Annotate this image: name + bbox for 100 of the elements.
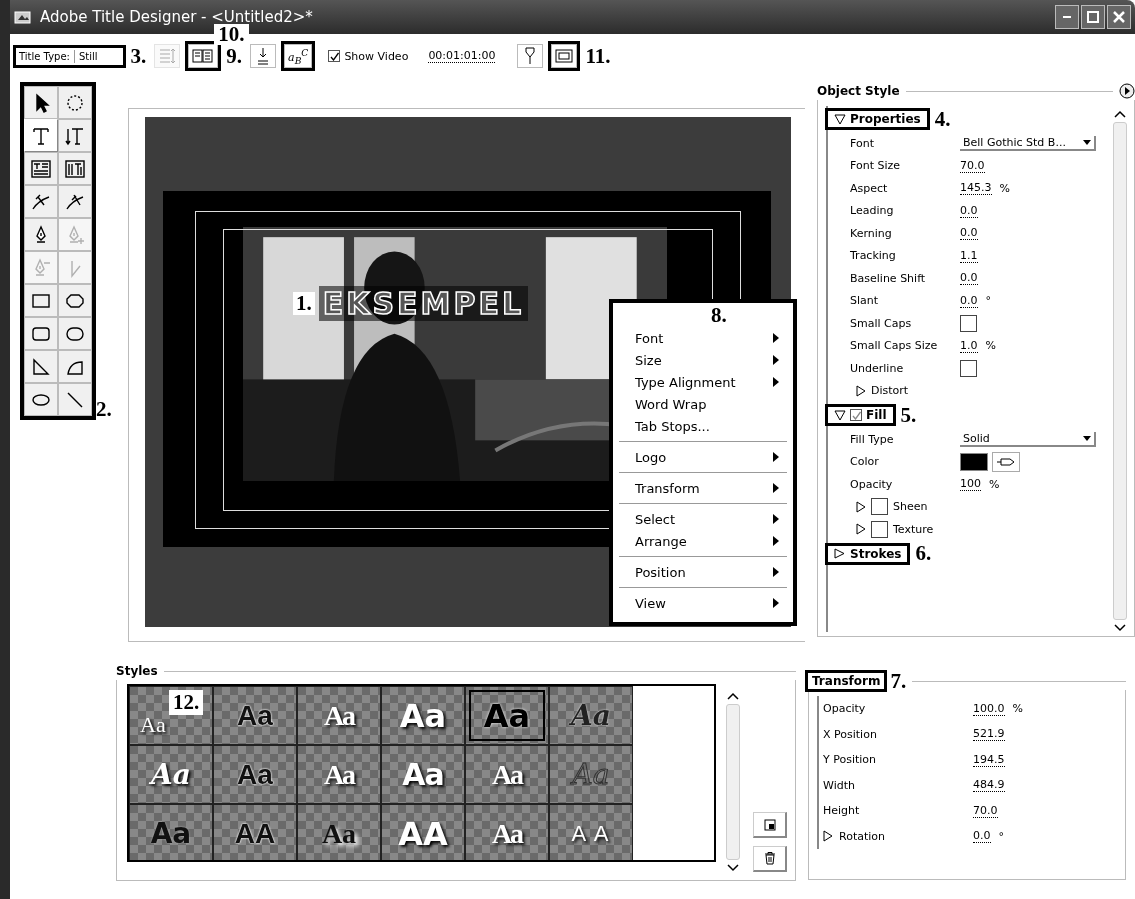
- title-type-field[interactable]: Title Type: Still: [16, 47, 123, 65]
- dropdown[interactable]: Solid: [960, 431, 1096, 447]
- expand-arrow-icon[interactable]: [823, 830, 833, 843]
- clipped-rectangle-tool[interactable]: [58, 284, 92, 317]
- style-swatch[interactable]: AA: [213, 804, 297, 860]
- style-swatch[interactable]: A A: [549, 804, 633, 860]
- delete-button[interactable]: [753, 846, 787, 872]
- scroll-down-icon[interactable]: [726, 864, 739, 872]
- number-field[interactable]: 0.0: [973, 829, 991, 844]
- menu-item[interactable]: Transform: [619, 477, 787, 499]
- panel-title: Transform: [808, 673, 885, 689]
- style-swatch[interactable]: Aa: [465, 686, 549, 745]
- number-field[interactable]: 0.0: [960, 226, 978, 241]
- style-swatch[interactable]: Aa: [381, 686, 465, 745]
- submenu-arrow-icon: [773, 333, 779, 343]
- menu-item[interactable]: Logo: [619, 446, 787, 468]
- menu-item[interactable]: Word Wrap: [619, 393, 787, 415]
- path-type-tool[interactable]: [24, 185, 58, 218]
- scroll-down-icon[interactable]: [1113, 624, 1126, 632]
- type-tool[interactable]: [24, 119, 58, 152]
- style-swatch[interactable]: Aa: [129, 804, 213, 860]
- dropdown[interactable]: Bell Gothic Std B...: [960, 135, 1096, 151]
- templates-button[interactable]: [188, 44, 219, 68]
- window-title: Adobe Title Designer - <Untitled2>*: [40, 8, 313, 26]
- area-type-tool[interactable]: [24, 152, 58, 185]
- expand-arrow-icon[interactable]: [856, 384, 866, 397]
- checkbox[interactable]: [960, 359, 977, 377]
- line-tool[interactable]: [58, 383, 92, 416]
- ellipse-tool[interactable]: [24, 383, 58, 416]
- number-field[interactable]: 1.1: [960, 248, 978, 263]
- rotate-tool[interactable]: [58, 86, 92, 119]
- safe-margins-button[interactable]: [551, 44, 578, 68]
- timecode-field[interactable]: 00:01:01:00: [428, 49, 496, 63]
- wedge-tool[interactable]: [24, 350, 58, 383]
- minimize-button[interactable]: [1055, 5, 1079, 29]
- menu-item[interactable]: Arrange: [619, 530, 787, 552]
- checkbox[interactable]: [871, 498, 888, 516]
- style-swatch[interactable]: Aa: [213, 686, 297, 745]
- number-field[interactable]: 1.0: [960, 338, 978, 353]
- style-swatch[interactable]: Aa: [297, 804, 381, 860]
- expand-arrow-icon[interactable]: [856, 500, 866, 513]
- number-field[interactable]: 70.0: [973, 803, 998, 818]
- number-field[interactable]: 484.9: [973, 778, 1005, 793]
- section-header[interactable]: Fill: [828, 407, 893, 423]
- scroll-up-icon[interactable]: [1113, 110, 1126, 118]
- menu-item[interactable]: View: [619, 592, 787, 614]
- number-field[interactable]: 0.0: [960, 293, 978, 308]
- section-header[interactable]: Strokes: [828, 545, 908, 562]
- menu-item[interactable]: Font: [619, 327, 787, 349]
- property-label: Texture: [893, 522, 934, 536]
- number-field[interactable]: 100.0: [973, 701, 1005, 716]
- section-header[interactable]: Properties: [828, 111, 927, 127]
- number-field[interactable]: 100: [960, 477, 981, 492]
- scroll-up-icon[interactable]: [726, 692, 739, 700]
- number-field[interactable]: 194.5: [973, 752, 1005, 767]
- color-swatch[interactable]: [960, 452, 988, 471]
- minimize-icon: [1063, 16, 1071, 18]
- marker-button[interactable]: [517, 44, 544, 68]
- menu-item[interactable]: Select: [619, 508, 787, 530]
- vertical-area-type-tool[interactable]: [58, 152, 92, 185]
- select-tool[interactable]: [24, 86, 58, 119]
- rounded-corner-rectangle-tool[interactable]: [58, 317, 92, 350]
- style-swatch[interactable]: Aa: [465, 804, 549, 860]
- maximize-icon: [1087, 11, 1099, 23]
- style-swatch[interactable]: AA: [381, 804, 465, 860]
- style-swatch[interactable]: Aa: [381, 745, 465, 804]
- number-field[interactable]: 0.0: [960, 203, 978, 218]
- number-field[interactable]: 145.3: [960, 181, 992, 196]
- panel-menu-icon[interactable]: [1119, 83, 1135, 99]
- checkbox[interactable]: [871, 520, 888, 538]
- arc-tool[interactable]: [58, 350, 92, 383]
- eyedropper-button[interactable]: [992, 451, 1020, 472]
- rounded-rectangle-tool[interactable]: [24, 317, 58, 350]
- app-icon: [14, 9, 32, 25]
- style-swatch[interactable]: Aa: [129, 745, 213, 804]
- pen-tool[interactable]: [24, 218, 58, 251]
- submenu-arrow-icon: [773, 598, 779, 608]
- maximize-button[interactable]: [1081, 5, 1105, 29]
- show-video-checkbox[interactable]: [328, 50, 341, 62]
- menu-item[interactable]: Size: [619, 349, 787, 371]
- style-swatch[interactable]: Aa: [465, 745, 549, 804]
- unit-label: %: [985, 339, 996, 353]
- checkbox[interactable]: [960, 314, 977, 332]
- number-field[interactable]: 521.9: [973, 727, 1005, 742]
- vertical-path-type-tool[interactable]: [58, 185, 92, 218]
- number-field[interactable]: 70.0: [960, 158, 985, 173]
- baseline-button[interactable]: [250, 44, 277, 68]
- menu-item[interactable]: Tab Stops...: [619, 415, 787, 437]
- rectangle-tool[interactable]: [24, 284, 58, 317]
- expand-arrow-icon[interactable]: [856, 523, 866, 536]
- new-style-button[interactable]: [753, 812, 787, 838]
- style-swatch[interactable]: Aa: [297, 686, 381, 745]
- number-field[interactable]: 0.0: [960, 271, 978, 286]
- style-swatch[interactable]: Aa: [213, 745, 297, 804]
- safe-margins-icon: [555, 47, 574, 65]
- menu-item[interactable]: Type Alignment: [619, 371, 787, 393]
- close-button[interactable]: [1107, 5, 1131, 29]
- style-swatch[interactable]: Aa: [297, 745, 381, 804]
- vertical-type-tool[interactable]: [58, 119, 92, 152]
- menu-item[interactable]: Position: [619, 561, 787, 583]
